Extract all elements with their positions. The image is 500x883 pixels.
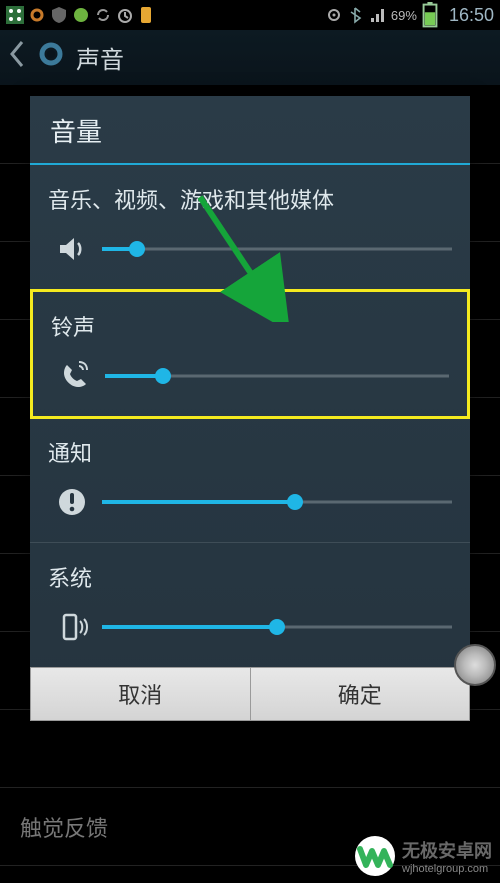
alert-icon [56,486,88,518]
app-tray-icon [6,6,24,24]
clock: 16:50 [449,5,494,26]
location-icon [325,6,343,24]
system-volume-slider[interactable] [102,617,452,637]
phone-icon [59,360,91,392]
page-title: 声音 [76,40,124,75]
shield-status-icon [50,6,68,24]
watermark: 无极安卓网 wjhotelgroup.com [354,835,492,877]
section-label: 系统 [48,561,452,593]
speaker-icon [56,233,88,265]
status-bar: 69% 16:50 [0,0,500,30]
cancel-button[interactable]: 取消 [30,667,250,721]
sim-status-icon [138,6,156,24]
green-dot-icon [72,6,90,24]
vibrate-icon [56,611,88,643]
section-label: 通知 [48,436,452,468]
signal-icon [369,6,387,24]
volume-section-ringtone: 铃声 [30,289,470,419]
dialog-buttons: 取消 确定 [30,667,470,721]
media-volume-slider[interactable] [102,239,452,259]
gear-icon [36,39,66,76]
alarm-status-icon [116,6,134,24]
battery-icon [421,6,439,24]
volume-section-system: 系统 [30,543,470,667]
volume-dialog: 音量 音乐、视频、游戏和其他媒体 铃声 [30,96,470,721]
ringtone-volume-slider[interactable] [105,366,449,386]
settings-header: 声音 [0,30,500,86]
dialog-title: 音量 [30,96,470,159]
section-label: 音乐、视频、游戏和其他媒体 [48,183,452,215]
volume-section-notification: 通知 [30,418,470,543]
battery-text: 69% [391,8,417,23]
bluetooth-icon [347,6,365,24]
list-item [0,710,500,788]
sync-icon [94,6,112,24]
assistive-touch-button[interactable] [454,644,496,686]
volume-section-media: 音乐、视频、游戏和其他媒体 [30,165,470,290]
ok-button[interactable]: 确定 [250,667,471,721]
watermark-url: wjhotelgroup.com [402,863,492,875]
section-label: 铃声 [51,310,449,342]
watermark-name: 无极安卓网 [402,837,492,863]
gear-status-icon [28,6,46,24]
back-icon[interactable] [8,40,26,75]
watermark-logo-icon [354,835,396,877]
notification-volume-slider[interactable] [102,492,452,512]
